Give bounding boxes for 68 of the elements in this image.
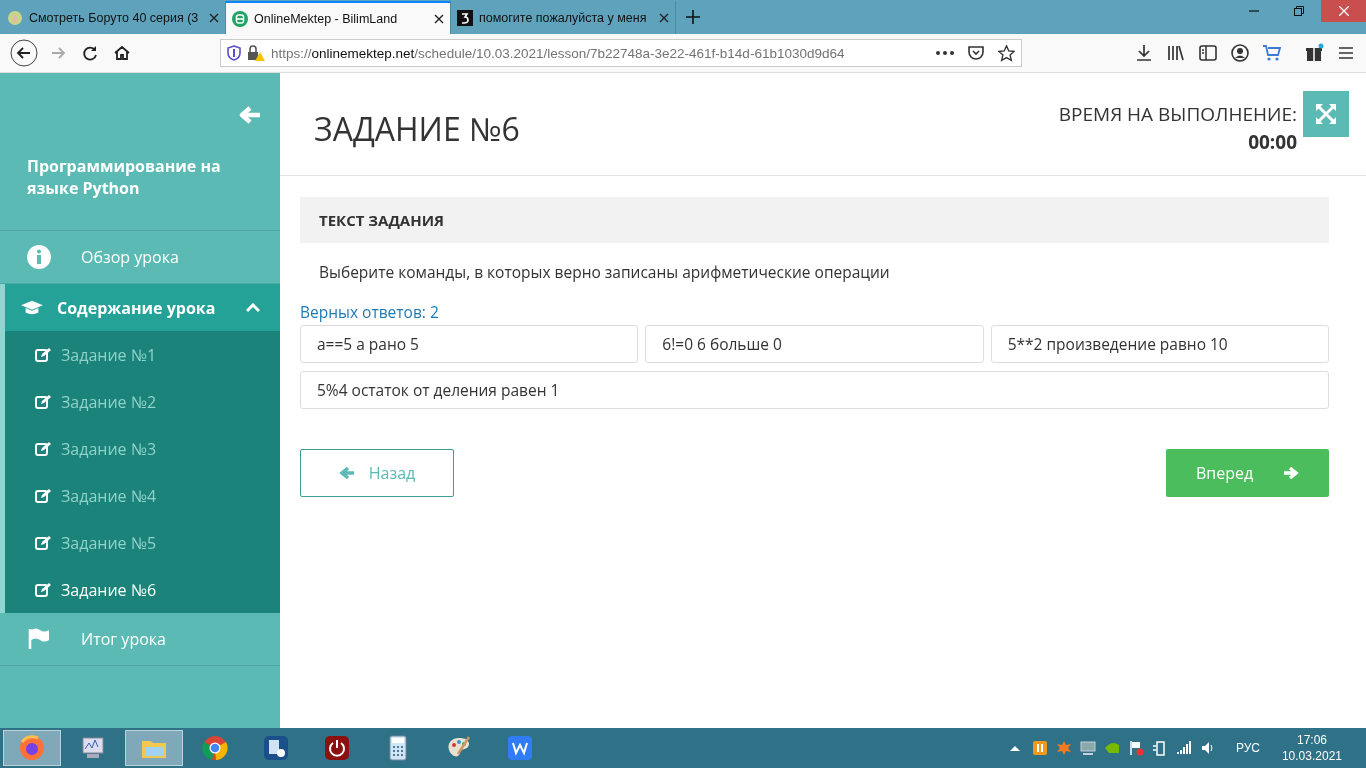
back-button[interactable]: Назад [300,449,454,497]
close-icon[interactable] [659,12,669,23]
sidebar-group[interactable]: Содержание урока [0,284,280,331]
battery-icon[interactable] [1151,740,1168,757]
browser-tab[interactable]: OnlineMektep - BilimLand [226,1,451,34]
section-header: ТЕКСТ ЗАДАНИЯ [300,197,1329,243]
pocket-icon[interactable] [968,45,984,61]
edit-icon [35,582,51,597]
signal-icon[interactable] [1175,740,1192,757]
task-link[interactable]: Задание №3 [5,425,280,472]
network-monitor-icon[interactable] [1079,740,1096,757]
next-button[interactable]: Вперед [1166,449,1329,497]
timer: 00:00 [1247,129,1297,155]
power-icon[interactable] [323,734,351,763]
library-icon[interactable] [1166,43,1186,63]
address-bar[interactable]: https://onlinemektep.net/schedule/10.03.2021/lesson/7b22748a-3e22-461f-b14d-61b1030d9d64 [220,39,1022,67]
new-tab-icon[interactable] [686,10,700,24]
chevron-up-icon[interactable] [246,302,260,313]
time-label: ВРЕМЯ НА ВЫПОЛНЕНИЕ: [1058,101,1297,127]
edit-icon [35,347,51,362]
clock[interactable]: 17:06 10.03.2021 [1281,732,1342,765]
chrome-icon[interactable] [201,734,229,763]
circle-logo-icon [7,9,23,26]
url-text: https://onlinemektep.net/schedule/10.03.2021/lesson/7b22748a-3e22-461f-b14d-61b1030d9d64 [271,45,846,61]
answer-option[interactable]: 5%4 остаток от деления равен 1 [300,371,1329,409]
download-icon[interactable] [1134,43,1154,63]
settings-document-icon[interactable] [262,734,290,763]
gift-icon[interactable] [1304,43,1324,63]
task-link[interactable]: Задание №4 [5,472,280,519]
course-title: Программирование на языке Python [27,155,222,199]
task-link[interactable]: Задание №2 [5,378,280,425]
close-icon[interactable] [209,12,219,23]
edit-icon [35,488,51,503]
answer-count: Верных ответов: 2 [300,301,440,323]
edit-icon [35,394,51,409]
pause-icon[interactable] [1031,740,1048,757]
language-indicator[interactable]: РУС [1235,741,1260,756]
back-icon[interactable] [10,39,38,67]
document-logo-icon[interactable] [506,734,534,763]
answer-option[interactable]: a==5 a рано 5 [300,325,639,363]
info-icon [27,245,51,269]
answer-option[interactable]: 5**2 произведение равно 10 [990,325,1329,363]
square-logo-icon [457,9,473,26]
edit-icon [35,535,51,550]
expand-icon [1315,103,1337,125]
browser-fox-icon[interactable] [18,734,46,763]
cart-icon[interactable] [1262,43,1282,63]
answer-option[interactable]: 6!=0 6 больше 0 [645,325,984,363]
minimize-icon[interactable] [1248,10,1259,12]
restore-icon[interactable] [1293,6,1304,16]
sidebar-icon[interactable] [1198,43,1218,63]
lock-warning-icon[interactable] [247,45,265,61]
close-icon[interactable] [434,13,444,24]
task-title: ЗАДАНИЕ №6 [314,107,520,150]
account-icon[interactable] [1230,43,1250,63]
flag-error-icon[interactable] [1127,740,1144,757]
task-link[interactable]: Задание №6 [5,566,280,613]
task-link[interactable]: Задание №1 [5,331,280,378]
task-link[interactable]: Задание №5 [5,519,280,566]
arrow-right-icon [1283,466,1300,480]
flag-icon [27,627,51,651]
more-icon[interactable] [936,51,954,55]
letter-logo-icon [232,10,248,27]
edit-icon [35,441,51,456]
arrow-left-icon [338,466,355,480]
star-icon[interactable] [998,44,1015,62]
question-text: Выберите команды, в которых верно записаны арифметические операции [319,261,891,283]
shield-icon[interactable] [227,45,241,61]
